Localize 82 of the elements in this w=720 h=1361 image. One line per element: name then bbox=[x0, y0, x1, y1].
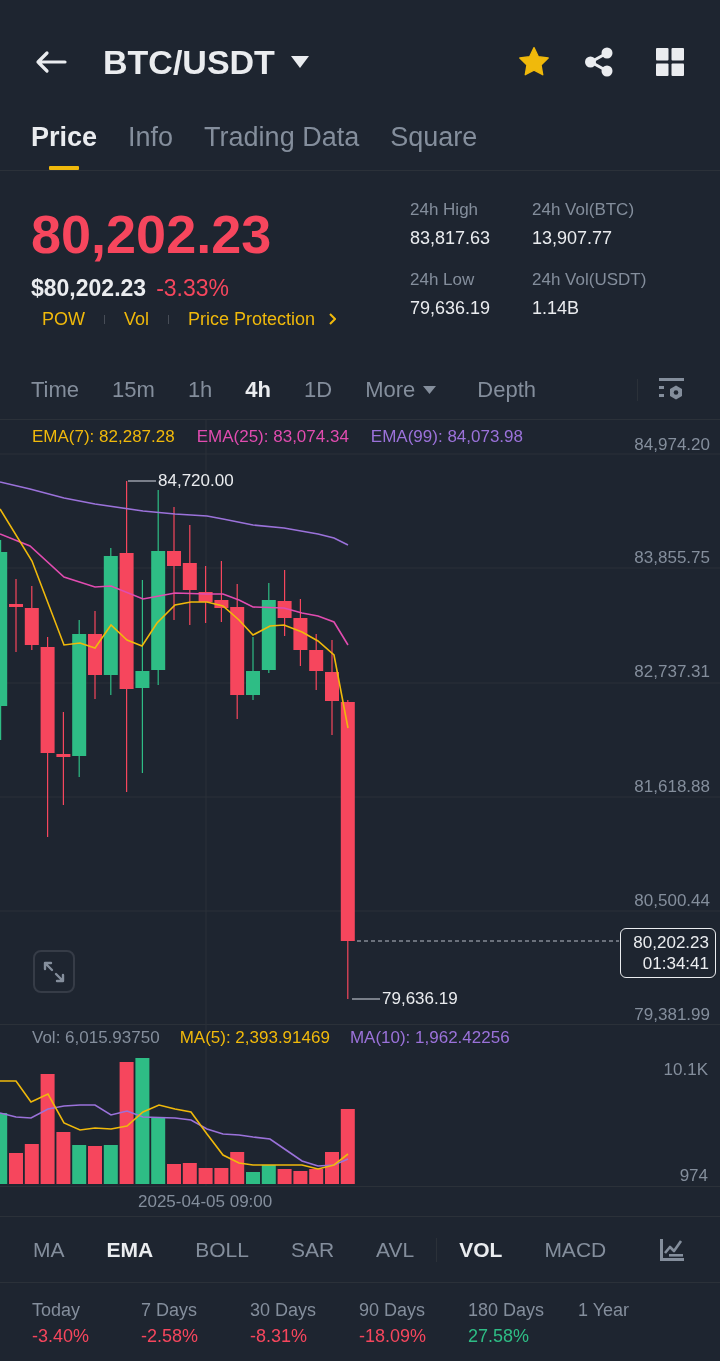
high-price-label: 84,720.00 bbox=[158, 471, 234, 491]
interval-tab[interactable]: More bbox=[365, 377, 437, 403]
indicator-tab[interactable]: MACD bbox=[544, 1236, 607, 1263]
tag-link[interactable]: POW bbox=[42, 308, 85, 330]
last-price: 80,202.23 bbox=[31, 207, 272, 261]
interval-tab[interactable]: 1D bbox=[304, 377, 333, 403]
legend-label: EMA(25): 83,074.34 bbox=[196, 427, 349, 447]
share-icon[interactable] bbox=[584, 47, 614, 77]
volume-bar bbox=[182, 1163, 197, 1184]
price-change: -3.33% bbox=[156, 275, 229, 301]
period-change: -3.40% bbox=[32, 1325, 90, 1347]
stat-label: 24h High bbox=[410, 199, 479, 221]
stat-label: 24h Vol(BTC) bbox=[532, 199, 635, 221]
stat-value: 13,907.77 bbox=[532, 227, 613, 249]
tab[interactable]: Info bbox=[128, 112, 174, 170]
period-change: -2.58% bbox=[141, 1325, 199, 1347]
leader-line bbox=[127, 480, 157, 482]
indicator-tab[interactable]: AVL bbox=[376, 1236, 415, 1263]
expand-icon bbox=[43, 960, 65, 983]
indicator-tab[interactable]: EMA bbox=[106, 1236, 154, 1263]
indicator-tab[interactable]: SAR bbox=[290, 1236, 335, 1263]
stat-value: 83,817.63 bbox=[410, 227, 491, 249]
interval-tab[interactable]: Depth bbox=[477, 377, 536, 403]
volume-bar bbox=[72, 1145, 87, 1184]
stat-label: 24h Low bbox=[410, 269, 475, 291]
tag-link[interactable]: Vol bbox=[124, 308, 150, 330]
caret-down-icon[interactable] bbox=[290, 56, 309, 68]
interval-tab[interactable]: 15m bbox=[112, 377, 155, 403]
legend-label: EMA(7): 82,287.28 bbox=[32, 427, 175, 447]
axis-label: 10.1K bbox=[663, 1060, 708, 1080]
axis-label: 79,381.99 bbox=[634, 1005, 710, 1025]
tab[interactable]: Trading Data bbox=[204, 112, 360, 170]
grid-icon[interactable] bbox=[656, 48, 684, 76]
stat-value: 79,636.19 bbox=[410, 297, 491, 319]
candle-countdown: 01:34:41 bbox=[642, 953, 709, 974]
back-arrow-icon[interactable] bbox=[35, 50, 67, 74]
star-icon[interactable] bbox=[518, 47, 550, 77]
period-change: 27.58% bbox=[468, 1325, 530, 1347]
period-label: 90 Days bbox=[359, 1299, 426, 1321]
line-chart-icon[interactable] bbox=[660, 1238, 684, 1261]
legend-label: Vol: 6,015.93750 bbox=[32, 1028, 160, 1048]
pair-title[interactable]: BTC/USDT bbox=[103, 42, 275, 82]
volume-bar bbox=[198, 1168, 213, 1184]
volume-bar bbox=[277, 1169, 292, 1184]
stat-value: 1.14B bbox=[532, 297, 580, 319]
period-label: 7 Days bbox=[141, 1299, 198, 1321]
volume-bar bbox=[88, 1146, 102, 1184]
time-axis-label: 2025-04-05 09:00 bbox=[138, 1191, 273, 1212]
axis-label: 83,855.75 bbox=[634, 548, 710, 568]
low-price-label: 79,636.19 bbox=[382, 989, 458, 1009]
stat-label: 24h Vol(USDT) bbox=[532, 269, 647, 291]
interval-tab[interactable]: 1h bbox=[187, 377, 213, 403]
candle bbox=[277, 569, 292, 637]
axis-label: 81,618.88 bbox=[634, 777, 710, 797]
chart-settings-icon[interactable] bbox=[659, 378, 684, 402]
interval-tab[interactable]: Time bbox=[31, 377, 80, 403]
period-label: 1 Year bbox=[578, 1299, 630, 1321]
leader-line bbox=[351, 998, 381, 1000]
period-label: 180 Days bbox=[468, 1299, 545, 1321]
interval-tab[interactable]: 4h bbox=[245, 377, 272, 403]
indicator-tab[interactable]: MA bbox=[33, 1236, 65, 1263]
indicator-tab[interactable]: VOL bbox=[459, 1236, 503, 1263]
candle bbox=[293, 598, 308, 667]
legend-label: MA(5): 2,393.91469 bbox=[179, 1028, 330, 1048]
period-change: -18.09% bbox=[359, 1325, 427, 1347]
axis-label: 82,737.31 bbox=[634, 662, 710, 682]
usd-price: $80,202.23 bbox=[31, 275, 147, 301]
fullscreen-button[interactable] bbox=[33, 950, 75, 993]
tab[interactable]: Square bbox=[390, 112, 478, 170]
tag-link[interactable]: Price Protection bbox=[188, 308, 337, 330]
tab[interactable]: Price bbox=[31, 112, 98, 170]
indicator-tab[interactable]: BOLL bbox=[195, 1236, 249, 1263]
axis-label: 84,974.20 bbox=[634, 435, 710, 455]
period-change: -8.31% bbox=[250, 1325, 308, 1347]
volume-bar bbox=[293, 1171, 308, 1184]
axis-label: 974 bbox=[679, 1166, 708, 1186]
period-label: Today bbox=[32, 1299, 81, 1321]
last-price-value: 80,202.23 bbox=[633, 932, 709, 953]
legend-label: EMA(99): 84,073.98 bbox=[370, 427, 523, 447]
period-label: 30 Days bbox=[250, 1299, 317, 1321]
axis-label: 80,500.44 bbox=[634, 891, 710, 911]
legend-label: MA(10): 1,962.42256 bbox=[349, 1028, 510, 1048]
